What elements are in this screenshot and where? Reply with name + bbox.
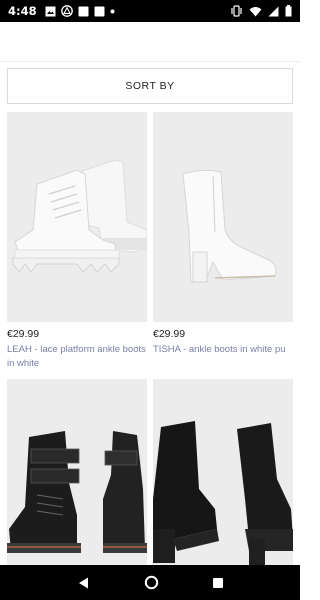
recents-icon[interactable]: [212, 577, 224, 589]
product-image-white-heeled-ankle-boot[interactable]: [153, 112, 293, 322]
vibrate-icon: [230, 5, 243, 17]
product-card[interactable]: €29.99 LEAH - lace platform ankle boots …: [7, 112, 147, 371]
image-icon: [45, 6, 56, 17]
dot-icon: [110, 9, 115, 14]
product-image-black-platform-heeled-ankle-boots[interactable]: [153, 379, 293, 589]
status-icons-left: [45, 5, 115, 17]
home-icon[interactable]: [144, 575, 159, 590]
white-square-icon: [78, 6, 89, 17]
product-price: €29.99: [7, 328, 40, 340]
back-icon[interactable]: [77, 576, 91, 590]
product-card[interactable]: €29.99 TISHA - ankle boots in white pu: [153, 112, 293, 357]
status-icons-right: [230, 5, 292, 17]
product-price: €29.99: [153, 328, 186, 340]
status-bar: 4:48: [0, 0, 300, 22]
product-image-black-buckle-combat-boots[interactable]: [7, 379, 147, 589]
battery-icon: [285, 5, 292, 17]
sort-by-label: SORT BY: [125, 80, 175, 92]
status-time: 4:48: [8, 4, 37, 18]
wifi-icon: [249, 6, 262, 17]
product-title-link[interactable]: TISHA - ankle boots in white pu: [153, 343, 293, 357]
product-title-link[interactable]: LEAH - lace platform ankle boots in whit…: [7, 343, 147, 371]
product-image-white-lace-up-platform-boots[interactable]: [7, 112, 147, 322]
product-card[interactable]: [153, 379, 293, 589]
signal-icon: [268, 6, 279, 17]
app-header: [0, 22, 300, 62]
navigation-bar: [0, 565, 300, 600]
white-square-icon: [94, 6, 105, 17]
alert-triangle-icon: [60, 5, 73, 17]
product-card[interactable]: [7, 379, 147, 589]
sort-by-button[interactable]: SORT BY: [7, 68, 293, 104]
